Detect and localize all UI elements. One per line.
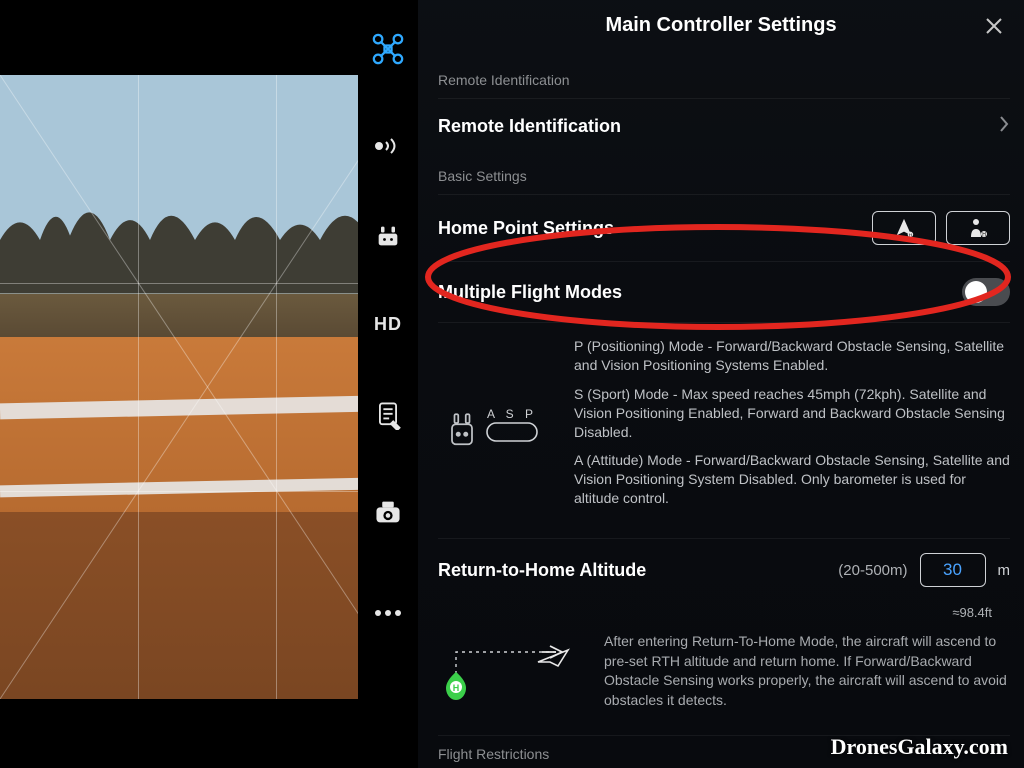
mode-switch-graphic: A S P [438,337,548,518]
home-point-aircraft-button[interactable]: H [872,211,936,245]
app-root: HD Main Controller Settings Remote Ident… [0,0,1024,768]
grid-line [276,75,277,699]
grid-line [138,75,139,699]
rth-altitude-input[interactable]: 30 [920,553,986,587]
grid-line [0,283,415,284]
svg-text:H: H [982,232,986,238]
row-remote-identification[interactable]: Remote Identification [438,98,1010,154]
flight-mode-description: A S P P (Positioning) Mode - Forward/Bac… [438,322,1010,538]
rth-description-block: H After entering Return-To-Home Mode, th… [438,620,1010,728]
trees-silhouette [0,187,415,293]
row-home-point: Home Point Settings H H [438,194,1010,261]
runway-stripe [0,476,415,497]
svg-text:H: H [909,232,912,237]
multiple-flight-modes-toggle[interactable] [962,278,1010,306]
gimbal-icon[interactable] [373,498,403,526]
chevron-right-icon [998,115,1010,138]
panel-title: Main Controller Settings [418,14,1024,37]
svg-text:H: H [453,683,460,693]
watermark: DronesGalaxy.com [831,734,1008,760]
close-icon[interactable] [982,14,1006,43]
home-point-buttons: H H [872,211,1010,245]
rth-description-text: After entering Return-To-Home Mode, the … [604,632,1010,710]
signal-icon[interactable] [373,136,403,156]
battery-settings-icon[interactable] [374,400,402,430]
grid-line [0,491,415,492]
rth-range: (20-500m) [838,562,907,579]
rth-path-graphic: H [438,632,578,702]
rth-approx: ≈98.4ft [438,605,1010,620]
row-label: Home Point Settings [438,218,614,239]
mode-letters: A S P [485,407,539,421]
hd-transmission-icon[interactable]: HD [374,314,402,335]
row-label: Remote Identification [438,116,621,137]
remote-controller-icon[interactable] [374,222,402,250]
section-basic: Basic Settings [438,168,1010,184]
mode-s-text: S (Sport) Mode - Max speed reaches 45mph… [574,385,1010,442]
camera-feed[interactable] [0,75,415,699]
settings-panel: Main Controller Settings Remote Identifi… [418,0,1024,768]
row-rth-altitude: Return-to-Home Altitude (20-500m) 30 m [438,538,1010,601]
settings-rail: HD [358,0,418,768]
home-point-user-button[interactable]: H [946,211,1010,245]
mode-a-text: A (Attitude) Mode - Forward/Backward Obs… [574,451,1010,508]
more-icon[interactable] [373,608,403,618]
mode-text-block: P (Positioning) Mode - Forward/Backward … [574,337,1010,518]
runway-stripe [0,395,415,420]
row-label: Multiple Flight Modes [438,282,622,303]
rth-unit: m [998,562,1011,579]
mode-p-text: P (Positioning) Mode - Forward/Backward … [574,337,1010,375]
row-multiple-flight-modes: Multiple Flight Modes [438,261,1010,322]
aircraft-icon[interactable] [371,32,405,66]
panel-content: Remote Identification Remote Identificat… [438,58,1010,768]
row-label: Return-to-Home Altitude [438,560,826,581]
section-remote-id: Remote Identification [438,72,1010,88]
